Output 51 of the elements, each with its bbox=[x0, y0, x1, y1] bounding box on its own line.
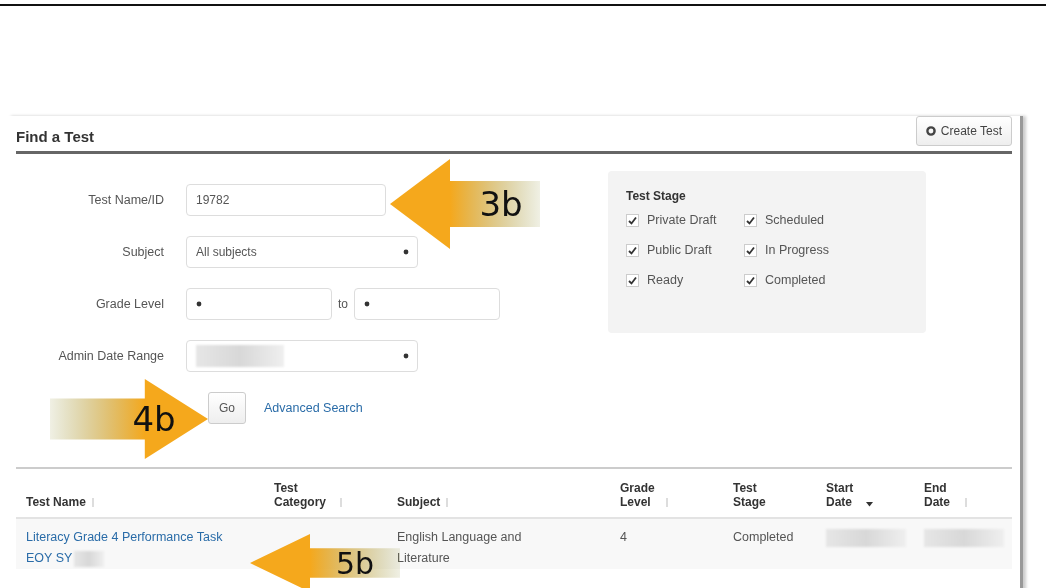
sort-descending-icon bbox=[866, 502, 873, 507]
callout-arrow: 3b bbox=[390, 159, 540, 249]
column-header[interactable]: Test Category bbox=[274, 481, 334, 509]
caret-icon bbox=[196, 301, 202, 307]
column-header[interactable]: End Date bbox=[924, 481, 959, 509]
check-icon bbox=[628, 245, 637, 255]
column-header[interactable]: Test Name bbox=[26, 495, 86, 509]
range-label: to bbox=[337, 297, 349, 311]
checkbox-label: Ready bbox=[647, 273, 684, 287]
checkbox[interactable] bbox=[744, 273, 757, 287]
checkbox[interactable] bbox=[744, 213, 757, 227]
checkbox[interactable] bbox=[744, 243, 757, 257]
field-label: Admin Date Range bbox=[57, 349, 165, 363]
check-icon bbox=[746, 215, 755, 225]
check-icon bbox=[628, 215, 637, 225]
panel-title: Find a Test bbox=[16, 128, 95, 145]
plus-circle-icon bbox=[925, 126, 936, 136]
column-header[interactable]: Start Date bbox=[826, 481, 861, 509]
sort-icon bbox=[964, 498, 968, 507]
advanced-search-link[interactable]: Advanced Search bbox=[264, 401, 363, 415]
caret-icon bbox=[403, 249, 409, 255]
callout-arrow: 4b bbox=[50, 379, 208, 459]
sort-icon bbox=[339, 498, 343, 507]
section-title: Test Stage bbox=[626, 189, 687, 203]
checkbox-label: Public Draft bbox=[647, 243, 712, 257]
column-header[interactable]: Subject bbox=[397, 495, 441, 509]
checkbox[interactable] bbox=[626, 273, 639, 287]
field-label: Subject bbox=[121, 245, 165, 259]
table-cell-text: 4 bbox=[620, 529, 627, 546]
field-label: Grade Level bbox=[94, 297, 165, 311]
caret-icon bbox=[403, 353, 409, 359]
check-icon bbox=[746, 275, 755, 285]
checkbox[interactable] bbox=[626, 213, 639, 227]
table-cell-text: Completed bbox=[733, 529, 794, 546]
go-button[interactable]: Go bbox=[208, 392, 246, 424]
caret-icon bbox=[364, 301, 370, 307]
check-icon bbox=[746, 245, 755, 255]
table-cell-text: English Language and Literature bbox=[397, 529, 523, 567]
column-header[interactable]: Grade Level bbox=[620, 481, 660, 509]
checkbox-label: Completed bbox=[765, 273, 826, 287]
column-header[interactable]: Test Stage bbox=[733, 481, 773, 509]
check-icon bbox=[628, 275, 637, 285]
checkbox[interactable] bbox=[626, 243, 639, 257]
field-label: Test Name/ID bbox=[87, 193, 165, 207]
checkbox-label: In Progress bbox=[765, 243, 829, 257]
checkbox-label: Private Draft bbox=[647, 213, 717, 227]
sort-icon bbox=[665, 498, 669, 507]
test-name-field[interactable]: 19782 bbox=[186, 184, 386, 216]
checkbox-label: Scheduled bbox=[765, 213, 825, 227]
create-test-button[interactable]: Create Test bbox=[915, 116, 1012, 146]
subject-dropdown[interactable]: All subjects bbox=[186, 236, 418, 268]
